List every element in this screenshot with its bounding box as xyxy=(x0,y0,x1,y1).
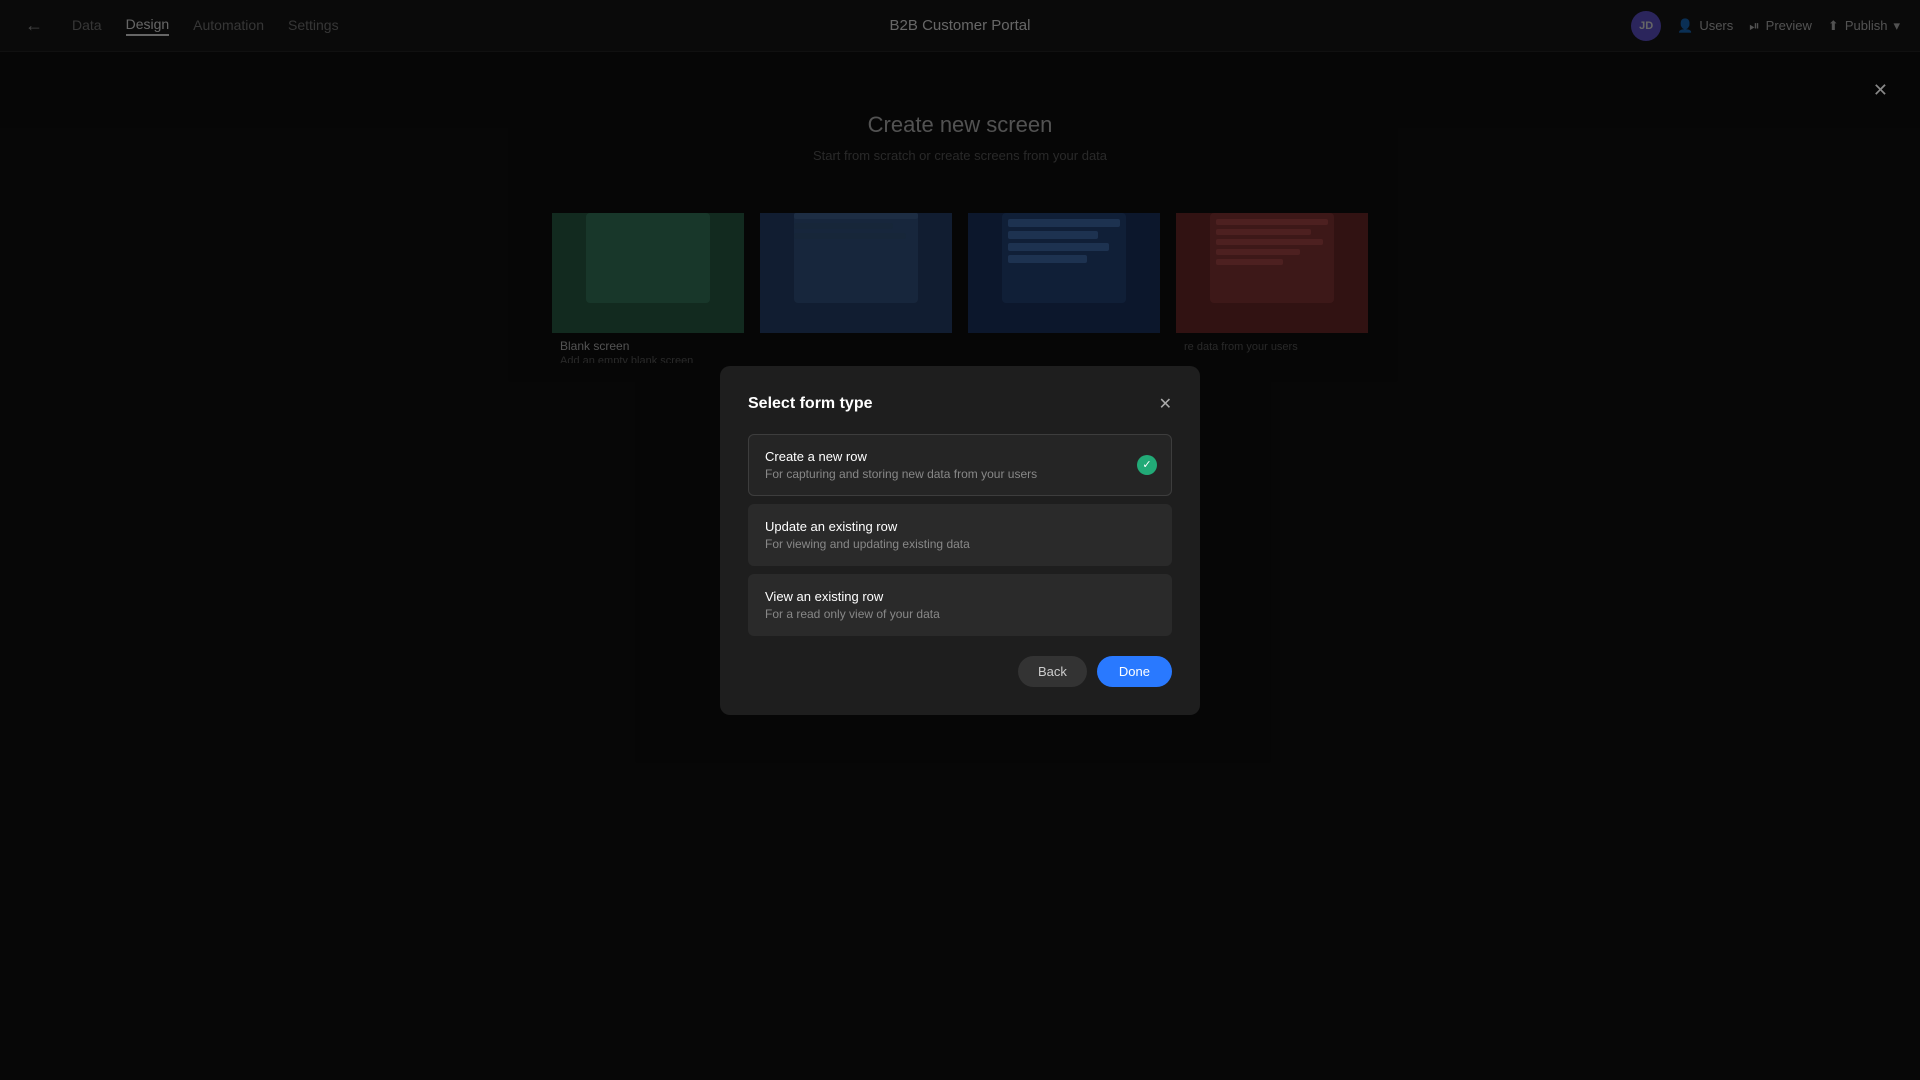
close-corner-icon[interactable]: ✕ xyxy=(1873,80,1888,101)
option-update-row[interactable]: Update an existing row For viewing and u… xyxy=(748,504,1172,566)
option-create-desc: For capturing and storing new data from … xyxy=(765,467,1155,481)
done-button[interactable]: Done xyxy=(1097,656,1172,687)
modal-close-button[interactable]: ✕ xyxy=(1159,394,1172,414)
option-view-title: View an existing row xyxy=(765,589,1155,604)
back-button[interactable]: Back xyxy=(1018,656,1087,687)
option-view-row[interactable]: View an existing row For a read only vie… xyxy=(748,574,1172,636)
option-update-title: Update an existing row xyxy=(765,519,1155,534)
modal-footer: Back Done xyxy=(748,656,1172,687)
option-create-row[interactable]: Create a new row For capturing and stori… xyxy=(748,434,1172,496)
modal-title: Select form type xyxy=(748,395,872,413)
modal-overlay: Select form type ✕ Create a new row For … xyxy=(0,0,1920,1080)
check-icon: ✓ xyxy=(1137,455,1157,475)
modal-dialog: Select form type ✕ Create a new row For … xyxy=(720,366,1200,715)
modal-header: Select form type ✕ xyxy=(748,394,1172,414)
option-create-title: Create a new row xyxy=(765,449,1155,464)
option-view-desc: For a read only view of your data xyxy=(765,607,1155,621)
option-update-desc: For viewing and updating existing data xyxy=(765,537,1155,551)
